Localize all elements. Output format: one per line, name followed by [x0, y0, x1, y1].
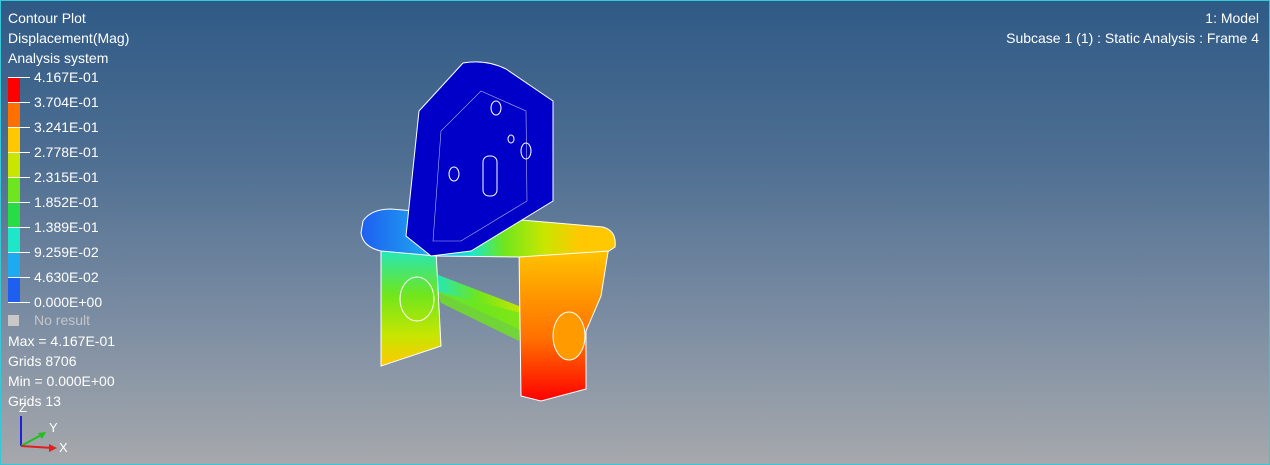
- legend-band: [8, 202, 20, 227]
- subcase-label: Subcase 1 (1) : Static Analysis : Frame …: [1006, 30, 1259, 46]
- legend-band: [8, 227, 20, 252]
- model-left-leg: [380, 245, 442, 367]
- model-right-hole: [552, 311, 586, 361]
- triad-x-axis: [20, 445, 54, 449]
- legend-band: [8, 102, 20, 127]
- legend-label: 3.704E-01: [34, 94, 99, 110]
- coordinate-triad: Z Y X: [19, 400, 68, 455]
- system-label: Analysis system: [8, 50, 109, 66]
- legend-tick: [8, 302, 30, 303]
- legend-label: 2.778E-01: [34, 144, 99, 160]
- legend-tick: [8, 202, 30, 203]
- legend-tick: [8, 77, 30, 78]
- legend-label: 1.389E-01: [34, 219, 99, 235]
- legend-label: 4.167E-01: [34, 69, 99, 85]
- model-info-header: 1: Model Subcase 1 (1) : Static Analysis…: [1006, 8, 1259, 48]
- triad-x-label: X: [59, 440, 68, 455]
- legend-tick: [8, 277, 30, 278]
- legend-band: [8, 77, 20, 102]
- no-result-label: No result: [34, 312, 91, 328]
- legend-label: 2.315E-01: [34, 169, 99, 185]
- legend-tick: [8, 102, 30, 103]
- legend-band: [8, 152, 20, 177]
- triad-y-label: Y: [49, 420, 58, 435]
- triad-z-label: Z: [19, 400, 27, 415]
- legend-tick: [8, 252, 30, 253]
- model-label: 1: Model: [1205, 10, 1259, 26]
- legend-band: [8, 177, 20, 202]
- legend-label: 9.259E-02: [34, 244, 99, 260]
- no-result-legend: No result: [8, 311, 90, 329]
- triad-x-arrow: [49, 444, 57, 452]
- result-type-label: Displacement(Mag): [8, 30, 130, 46]
- max-grids: Grids 8706: [8, 353, 77, 369]
- legend-label: 1.852E-01: [34, 194, 99, 210]
- legend-tick: [8, 227, 30, 228]
- contour-model-view[interactable]: [341, 51, 641, 411]
- legend-label: 0.000E+00: [34, 294, 103, 310]
- legend-label: 4.630E-02: [34, 269, 99, 285]
- plot-type-label: Contour Plot: [8, 10, 86, 26]
- legend-label: 3.241E-01: [34, 119, 99, 135]
- max-value: Max = 4.167E-01: [8, 333, 116, 349]
- min-value: Min = 0.000E+00: [8, 373, 115, 389]
- legend-tick: [8, 177, 30, 178]
- legend-band: [8, 277, 20, 302]
- no-result-swatch: [8, 315, 19, 326]
- legend-tick: [8, 127, 30, 128]
- triad-y-axis: [20, 433, 44, 447]
- graphics-viewport[interactable]: Contour Plot Displacement(Mag) Analysis …: [0, 0, 1270, 465]
- legend-band: [8, 127, 20, 152]
- legend-tick: [8, 152, 30, 153]
- legend-band: [8, 252, 20, 277]
- contour-plot-header: Contour Plot Displacement(Mag) Analysis …: [8, 8, 129, 68]
- contour-legend[interactable]: 4.167E-01 3.704E-01 3.241E-01 2.778E-01 …: [8, 69, 148, 310]
